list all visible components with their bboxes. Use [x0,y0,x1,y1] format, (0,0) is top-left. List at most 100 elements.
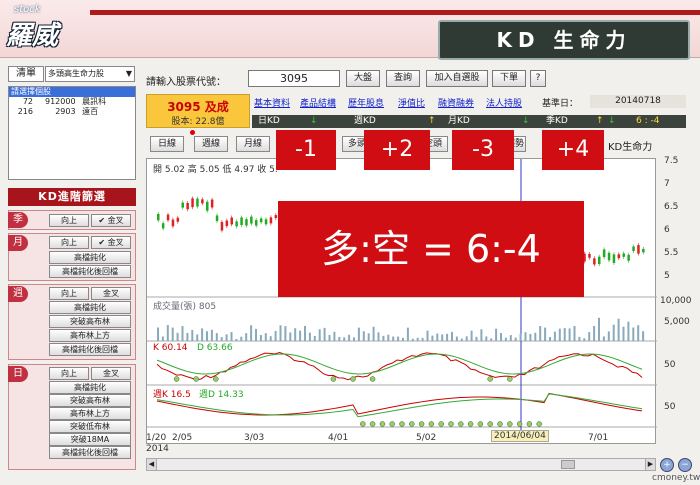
volume-bar [294,328,297,341]
signal-dot [399,421,405,427]
filter-button[interactable]: 高布林上方 [49,329,131,342]
filter-button[interactable]: 高檔鈍化 [49,301,131,314]
signal-dot [526,421,533,427]
filter-button[interactable]: 高檔鈍化 [49,251,131,264]
arrow-down-icon: ↓ [310,116,318,126]
query-button[interactable]: 查詢 [386,70,420,87]
link-products[interactable]: 產品結構 [300,96,336,109]
tab-monthly[interactable]: 月線 [236,136,270,152]
signal-dot [438,421,444,427]
list-item-volume: 2903 [55,107,76,116]
volume-bar [362,331,365,341]
signal-dot [330,376,337,382]
list-item[interactable]: 請選擇個股 [9,87,135,97]
weekly-kd-tick: 50 [664,402,676,412]
scrollbar-thumb[interactable] [561,460,575,469]
filter-button[interactable]: 金叉 [91,287,131,300]
link-pbr[interactable]: 淨值比 [398,96,425,109]
filter-button[interactable]: 金叉 [91,367,131,380]
filter-button[interactable]: 高檔鈍化後回檔 [49,343,131,356]
filter-button[interactable]: 向上 [49,236,89,249]
filter-button[interactable]: 向上 [49,367,89,380]
volume-bar [215,333,218,341]
volume-tick: 5,000 [664,317,690,327]
volume-bar [426,330,429,341]
list-item[interactable]: 72 912000 晨訊科 [9,97,135,107]
volume-bar [392,336,395,341]
volume-bar [357,327,360,341]
section-tag: 日 [8,366,28,382]
kd-week-label: 週KD [354,116,376,126]
volume-bar [230,332,233,341]
filter-button[interactable]: ✔ 金叉 [91,236,131,249]
stock-code-input[interactable]: 3095 [248,70,340,87]
section-tag: 月 [8,235,28,251]
chevron-right-icon[interactable]: ▶ [645,459,655,470]
stock-capital: 股本: 22.8億 [171,117,225,127]
volume-bar [372,326,375,341]
signal-dot [458,421,464,427]
signal-dot [507,376,513,382]
volume-bar [519,333,522,341]
link-margin[interactable]: 融資融券 [438,96,474,109]
stock-listbox[interactable]: 請選擇個股 72 912000 晨訊科 216 2903 遠百 [8,86,136,180]
volume-bar [568,328,571,341]
chevron-left-icon[interactable]: ◀ [147,459,157,470]
signal-dot [497,421,503,427]
add-watchlist-button[interactable]: 加入自選股 [426,70,488,87]
filter-button[interactable]: 向上 [49,214,89,227]
signal-dot [487,421,493,427]
filter-button[interactable]: 突破高布林 [49,315,131,328]
app-logo: stock 羅威 [4,3,76,53]
list-item[interactable]: 216 2903 遠百 [9,107,135,117]
k-line [156,351,643,381]
filter-button[interactable]: 突破18MA [49,433,131,446]
volume-bar [235,338,238,341]
link-institutional[interactable]: 法人持股 [486,96,522,109]
volume-bar [382,335,385,341]
filter-section-day: 日 向上 金叉 高檔鈍化 突破高布林 高布林上方 突破低布林 突破18MA 高檔… [8,364,136,470]
chart-scrollbar[interactable]: ◀ ▶ [146,458,656,471]
filter-button[interactable]: 高檔鈍化後回檔 [49,446,131,459]
filter-section-season: 季 向上 ✔ 金叉 [8,210,136,230]
kd-filter-title: KD進階篩選 [8,188,136,206]
tab-weekly[interactable]: 週線 [194,136,228,152]
filter-button[interactable]: ✔ 金叉 [91,214,131,227]
filter-button[interactable]: 突破高布林 [49,394,131,407]
list-select[interactable]: 多頭高生命力股 ▼ [45,66,135,82]
volume-bar [416,337,419,341]
signal-dot [389,421,395,427]
filter-button[interactable]: 突破低布林 [49,420,131,433]
volume-bar [441,334,444,341]
overlay-season-score: +4 [542,130,604,170]
market-button[interactable]: 大盤 [346,70,380,87]
arrow-up-icon: ↑ [596,116,604,126]
volume-bar [495,328,498,341]
section-tag: 週 [8,286,28,302]
volume-bar [264,333,267,341]
x-tick-label: 5/02 [416,433,437,443]
filter-button[interactable]: 高布林上方 [49,407,131,420]
tab-daily[interactable]: 日線 [150,136,184,152]
filter-button[interactable]: 高檔鈍化 [49,381,131,394]
filter-button[interactable]: 高檔鈍化後回檔 [49,265,131,278]
filter-button[interactable]: 向上 [49,287,89,300]
volume-bar [588,332,591,341]
help-button[interactable]: ? [530,70,546,87]
arrow-down-icon: ↓ [608,116,616,126]
signal-dot [379,421,386,427]
volume-bar [573,326,576,341]
zoom-out-icon[interactable]: − [678,458,692,472]
volume-bar [201,328,204,341]
volume-bar [436,333,439,341]
order-button[interactable]: 下單 [492,70,526,87]
chevron-down-icon: ▼ [125,69,132,78]
link-basic-info[interactable]: 基本資料 [254,96,290,109]
kd-season-label: 季KD [546,116,568,126]
link-dividends[interactable]: 歷年股息 [348,96,384,109]
header-red-band [90,10,700,15]
dot-group [173,376,542,427]
volume-bar [514,337,517,341]
volume-bar [353,337,355,341]
zoom-in-icon[interactable]: + [660,458,674,472]
